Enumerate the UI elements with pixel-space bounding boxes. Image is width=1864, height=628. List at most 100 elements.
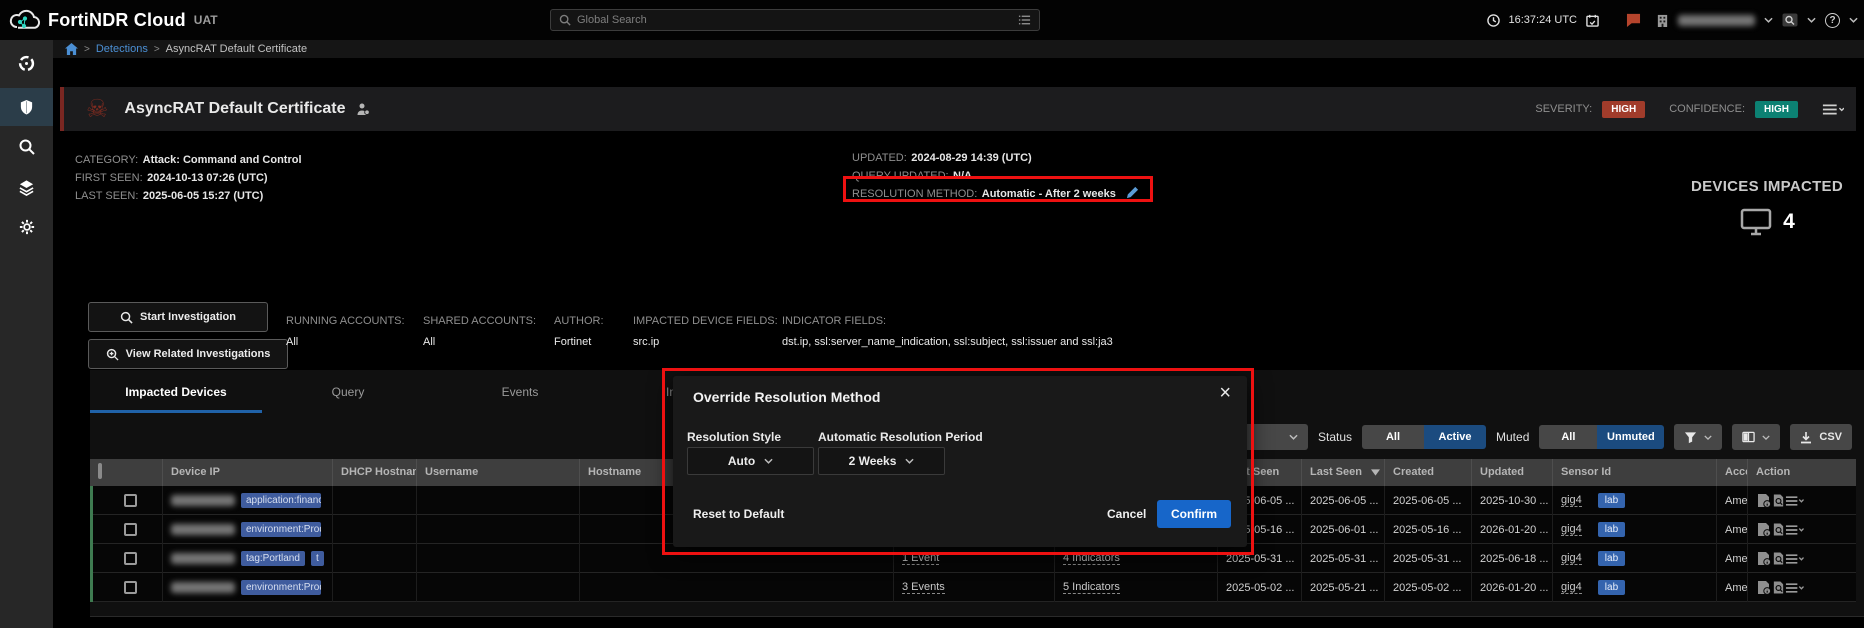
row-checkbox[interactable] xyxy=(124,552,137,565)
resolution-period-value: 2 Weeks xyxy=(849,454,897,468)
chevron-down-icon[interactable] xyxy=(1807,17,1816,23)
devices-impacted-count: 4 xyxy=(1783,210,1795,234)
view-related-investigations-button[interactable]: View Related Investigations xyxy=(88,339,288,369)
shared-accounts-label: SHARED ACCOUNTS: xyxy=(423,315,536,327)
capture-search-icon[interactable] xyxy=(1782,13,1798,27)
gear-icon xyxy=(19,219,35,235)
pcap-search-icon[interactable] xyxy=(1772,522,1785,537)
search-input[interactable] xyxy=(577,14,1012,26)
updated-label: UPDATED: xyxy=(852,152,907,164)
malware-skull-icon: ☠ xyxy=(86,97,108,122)
detection-menu-icon[interactable] xyxy=(1822,103,1844,116)
indicators-link[interactable]: 5 Indicators xyxy=(1063,581,1120,594)
detection-title: AsyncRAT Default Certificate xyxy=(124,100,345,118)
query-updated-value: N/A xyxy=(953,170,972,182)
start-investigation-button[interactable]: Start Investigation xyxy=(88,302,268,332)
filter-button[interactable] xyxy=(1674,424,1722,450)
row-checkbox[interactable] xyxy=(124,523,137,536)
device-details-icon[interactable] xyxy=(1756,580,1772,595)
sensor-id-link[interactable]: gig4 xyxy=(1561,494,1582,507)
pcap-search-icon[interactable] xyxy=(1772,551,1785,566)
resolution-style-dropdown[interactable]: Auto xyxy=(687,447,814,475)
sidebar-item-search[interactable] xyxy=(0,128,53,166)
sidebar-item-entities[interactable] xyxy=(0,168,53,206)
close-icon[interactable]: × xyxy=(1219,381,1231,405)
resolution-period-dropdown[interactable]: 2 Weeks xyxy=(818,447,945,475)
breadcrumb-detections-link[interactable]: Detections xyxy=(96,43,148,55)
start-investigation-label: Start Investigation xyxy=(140,311,236,323)
account-cell: Ame xyxy=(1717,544,1748,573)
sensor-id-link[interactable]: gig4 xyxy=(1561,523,1582,536)
first-seen-cell: 2025-05-02 ... xyxy=(1218,573,1302,602)
sidebar-item-dashboard[interactable] xyxy=(0,44,53,82)
row-checkbox[interactable] xyxy=(124,494,137,507)
col-last-seen-label: Last Seen xyxy=(1310,466,1362,478)
rule-owner-icon[interactable] xyxy=(356,102,370,116)
tab-impacted-devices[interactable]: Impacted Devices xyxy=(90,370,262,413)
chevron-down-icon xyxy=(1762,435,1770,440)
col-device-ip[interactable]: Device IP xyxy=(163,459,333,486)
col-updated[interactable]: Updated xyxy=(1472,459,1553,486)
row-menu-icon[interactable] xyxy=(1785,582,1804,594)
devices-impacted: DEVICES IMPACTED 4 xyxy=(1691,178,1843,237)
search-options-icon[interactable] xyxy=(1018,14,1031,26)
chevron-down-icon[interactable] xyxy=(1849,17,1858,23)
sensor-id-link[interactable]: gig4 xyxy=(1561,552,1582,565)
sidebar-item-settings[interactable] xyxy=(0,208,53,246)
device-details-icon[interactable] xyxy=(1756,551,1772,566)
col-username[interactable]: Username xyxy=(417,459,580,486)
confirm-button[interactable]: Confirm xyxy=(1157,500,1231,528)
chevron-down-icon xyxy=(905,458,914,464)
events-link[interactable]: 1 Event xyxy=(902,552,939,565)
organization-icon[interactable] xyxy=(1656,14,1669,27)
status-toggle-group: All Active xyxy=(1362,425,1486,449)
status-active-button[interactable]: Active xyxy=(1424,425,1486,449)
pcap-search-icon[interactable] xyxy=(1772,493,1785,508)
global-search[interactable] xyxy=(550,9,1040,31)
row-status-stripe xyxy=(90,544,93,573)
chevron-down-icon[interactable] xyxy=(1764,17,1773,23)
home-icon[interactable] xyxy=(65,43,78,55)
account-cell: Ame xyxy=(1717,573,1748,602)
help-icon[interactable]: ? xyxy=(1825,13,1840,28)
select-all-checkbox[interactable] xyxy=(98,463,102,479)
muted-unmuted-button[interactable]: Unmuted xyxy=(1597,425,1664,449)
sensor-id-link[interactable]: gig4 xyxy=(1561,581,1582,594)
sidebar-item-detections[interactable] xyxy=(0,88,53,126)
export-csv-button[interactable]: CSV xyxy=(1790,424,1852,450)
last-seen-label: LAST SEEN: xyxy=(75,190,138,202)
sensor-lab-badge: lab xyxy=(1598,580,1625,595)
col-action[interactable]: Action xyxy=(1748,459,1856,486)
row-checkbox[interactable] xyxy=(124,581,137,594)
reset-to-default-button[interactable]: Reset to Default xyxy=(693,507,784,521)
col-account[interactable]: Account xyxy=(1717,459,1748,486)
pcap-search-icon[interactable] xyxy=(1772,580,1785,595)
row-menu-icon[interactable] xyxy=(1785,495,1804,507)
notifications-icon[interactable] xyxy=(1626,13,1641,27)
user-account-name-redacted[interactable] xyxy=(1678,15,1755,26)
tab-events[interactable]: Events xyxy=(434,370,606,413)
cancel-button[interactable]: Cancel xyxy=(1107,507,1146,521)
row-menu-icon[interactable] xyxy=(1785,524,1804,536)
table-filter-bar: Status All Active Muted All Unmuted xyxy=(1229,424,1852,450)
device-details-icon[interactable] xyxy=(1756,493,1772,508)
muted-all-button[interactable]: All xyxy=(1539,425,1597,449)
tab-query[interactable]: Query xyxy=(262,370,434,413)
device-details-icon[interactable] xyxy=(1756,522,1772,537)
last-seen-cell: 2025-06-05 ... xyxy=(1302,486,1385,515)
col-last-seen[interactable]: Last Seen xyxy=(1302,459,1385,486)
view-related-investigations-label: View Related Investigations xyxy=(126,348,271,360)
row-menu-icon[interactable] xyxy=(1785,553,1804,565)
indicators-link[interactable]: 4 Indicators xyxy=(1063,552,1120,565)
col-created[interactable]: Created xyxy=(1385,459,1472,486)
col-sensor-id[interactable]: Sensor Id xyxy=(1553,459,1717,486)
calendar-icon[interactable] xyxy=(1586,14,1599,27)
edit-pencil-icon[interactable] xyxy=(1126,186,1139,199)
category-label: CATEGORY: xyxy=(75,154,138,166)
events-link[interactable]: 3 Events xyxy=(902,581,945,594)
columns-button[interactable] xyxy=(1732,424,1780,450)
col-dhcp-hostname[interactable]: DHCP Hostname xyxy=(333,459,417,486)
csv-label: CSV xyxy=(1819,431,1842,443)
status-all-button[interactable]: All xyxy=(1362,425,1424,449)
tag-badge: environment:Prod xyxy=(241,580,321,595)
